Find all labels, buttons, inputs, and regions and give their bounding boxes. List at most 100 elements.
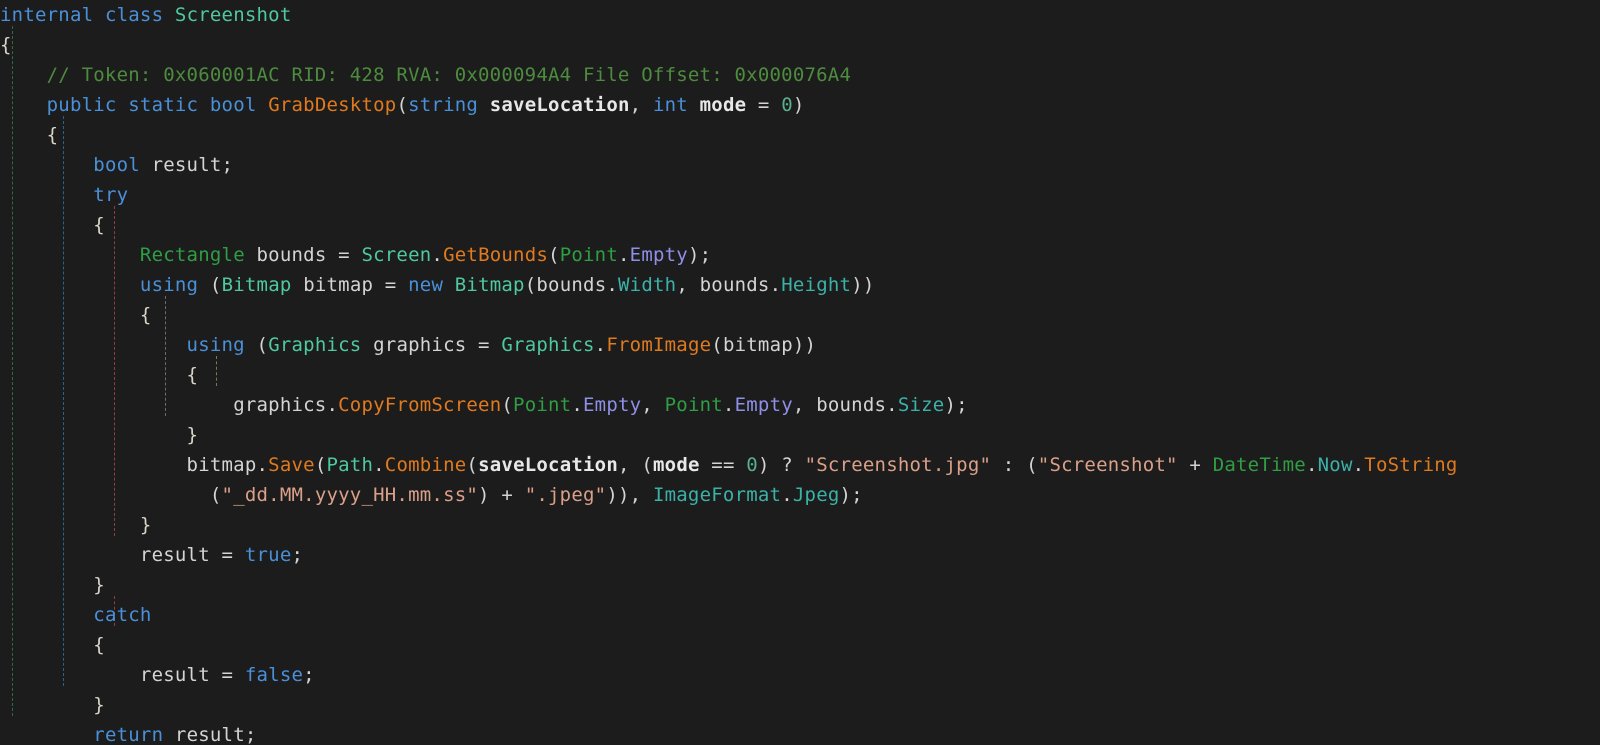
code-token: , <box>629 94 653 116</box>
code-token: class <box>104 4 175 26</box>
code-line[interactable]: result = false; <box>0 660 1600 690</box>
code-token: Width <box>618 274 677 296</box>
code-token: public <box>46 94 129 116</box>
code-token: : ( <box>991 454 1038 476</box>
code-line[interactable]: return result; <box>0 720 1600 745</box>
code-line[interactable]: bool result; <box>0 150 1600 180</box>
code-line[interactable]: using (Bitmap bitmap = new Bitmap(bounds… <box>0 270 1600 300</box>
code-token: } <box>93 694 105 716</box>
code-content[interactable]: internal class Screenshot { // Token: 0x0… <box>0 0 1600 745</box>
code-token: bitmap. <box>186 454 269 476</box>
code-token: . <box>431 244 444 266</box>
code-token: ( <box>209 274 222 296</box>
code-token: ); <box>839 484 863 506</box>
code-line[interactable]: graphics.CopyFromScreen(Point.Empty, Poi… <box>0 390 1600 420</box>
code-token: + <box>1177 454 1213 476</box>
code-token: . <box>373 454 385 476</box>
code-token: using <box>139 274 210 296</box>
code-token: Empty <box>583 394 642 416</box>
code-token: Rectangle <box>139 244 245 266</box>
code-token: graphics = <box>361 334 502 356</box>
code-line[interactable]: { <box>0 30 1600 60</box>
code-line[interactable]: { <box>0 630 1600 660</box>
code-line[interactable]: // Token: 0x060001AC RID: 428 RVA: 0x000… <box>0 60 1600 90</box>
code-token: Now <box>1317 454 1353 476</box>
code-line[interactable]: } <box>0 510 1600 540</box>
code-token: Size <box>897 394 945 416</box>
code-line[interactable]: using (Graphics graphics = Graphics.From… <box>0 330 1600 360</box>
code-line[interactable]: Rectangle bounds = Screen.GetBounds(Poin… <box>0 240 1600 270</box>
code-token: Graphics <box>268 334 362 356</box>
code-token: { <box>93 634 105 656</box>
code-token: result = <box>139 664 245 686</box>
code-token: ( <box>466 454 479 476</box>
code-token: Bitmap <box>221 274 292 296</box>
code-token: )) <box>851 274 875 296</box>
code-token: saveLocation <box>489 94 630 116</box>
code-token: mode <box>653 454 700 476</box>
code-token: ".jpeg" <box>524 484 607 506</box>
code-token: 0 <box>746 454 758 476</box>
code-token: // Token: 0x060001AC RID: 428 RVA: 0x000… <box>46 64 852 86</box>
code-token: , bounds. <box>792 394 898 416</box>
code-token: saveLocation <box>478 454 619 476</box>
code-token: static <box>128 94 210 116</box>
code-token: { <box>139 304 152 326</box>
code-token: ImageFormat <box>652 484 782 506</box>
code-token: using <box>186 334 257 356</box>
code-line[interactable]: { <box>0 360 1600 390</box>
code-line[interactable]: catch <box>0 600 1600 630</box>
code-token: new <box>408 274 455 296</box>
code-token: "Screenshot.jpg" <box>804 454 992 476</box>
code-token: bounds = <box>244 244 362 266</box>
code-token: "_dd.MM.yyyy_HH.mm.ss" <box>221 484 479 506</box>
code-line[interactable]: result = true; <box>0 540 1600 570</box>
code-token: ( <box>256 334 269 356</box>
code-token: GetBounds <box>443 244 549 266</box>
code-line[interactable]: } <box>0 420 1600 450</box>
code-token: ( <box>396 94 409 116</box>
code-token: Path <box>326 454 374 476</box>
code-token: return <box>93 724 175 745</box>
code-token: true <box>244 544 292 566</box>
code-token: 0 <box>781 94 793 116</box>
code-line[interactable]: ("_dd.MM.yyyy_HH.mm.ss") + ".jpeg")), Im… <box>0 480 1600 510</box>
code-token: ( <box>314 454 327 476</box>
code-token: internal <box>0 4 105 26</box>
code-editor-viewport[interactable]: internal class Screenshot { // Token: 0x0… <box>0 0 1600 745</box>
code-line[interactable]: bitmap.Save(Path.Combine(saveLocation, (… <box>0 450 1600 480</box>
code-token: { <box>186 364 199 386</box>
code-token: bitmap = <box>291 274 409 296</box>
code-token: FromImage <box>606 334 712 356</box>
code-line[interactable]: public static bool GrabDesktop(string sa… <box>0 90 1600 120</box>
code-line[interactable]: { <box>0 210 1600 240</box>
code-token: graphics. <box>233 394 339 416</box>
code-line[interactable]: { <box>0 300 1600 330</box>
code-token: ) <box>792 94 805 116</box>
code-token: Combine <box>384 454 467 476</box>
code-line[interactable]: } <box>0 570 1600 600</box>
code-token: } <box>186 424 199 446</box>
code-token: ToString <box>1364 454 1458 476</box>
code-token: result; <box>151 154 234 176</box>
code-token: Screen <box>361 244 432 266</box>
code-token: mode <box>699 94 747 116</box>
code-token: . <box>594 334 607 356</box>
code-token: = <box>746 94 782 116</box>
code-token: { <box>46 124 59 146</box>
code-line[interactable]: { <box>0 120 1600 150</box>
code-line[interactable]: internal class Screenshot <box>0 0 1600 30</box>
code-line[interactable]: } <box>0 690 1600 720</box>
code-line[interactable]: try <box>0 180 1600 210</box>
